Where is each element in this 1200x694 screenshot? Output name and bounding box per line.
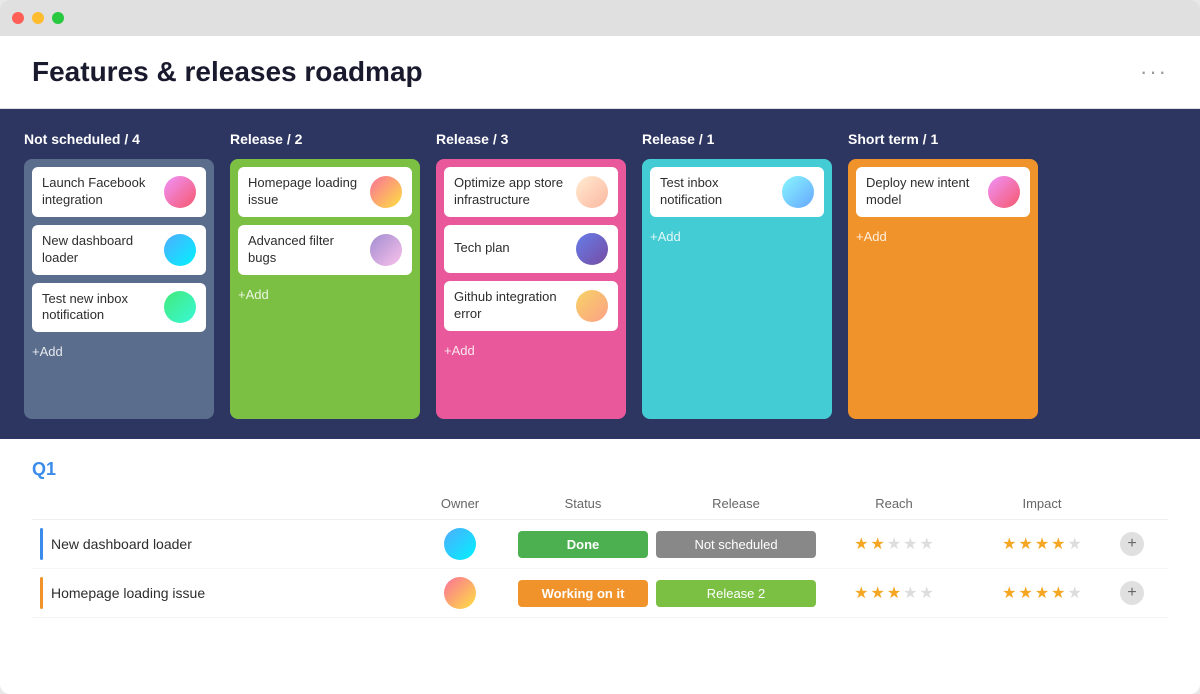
card[interactable]: Tech plan bbox=[444, 225, 618, 273]
avatar bbox=[576, 290, 608, 322]
column-body-release-2: Homepage loading issue Advanced filter b… bbox=[230, 159, 420, 419]
table-section: Q1 Owner Status Release Reach Impact New… bbox=[0, 439, 1200, 694]
avatar bbox=[576, 176, 608, 208]
release-badge[interactable]: Not scheduled bbox=[656, 531, 816, 558]
row-add-button[interactable]: + bbox=[1120, 532, 1144, 556]
avatar bbox=[444, 577, 476, 609]
main-area: Not scheduled / 4 Launch Facebook integr… bbox=[0, 109, 1200, 694]
status-badge[interactable]: Working on it bbox=[518, 580, 648, 607]
kanban-board: Not scheduled / 4 Launch Facebook integr… bbox=[24, 129, 1176, 419]
maximize-dot[interactable] bbox=[52, 12, 64, 24]
card[interactable]: Github integration error bbox=[444, 281, 618, 331]
card[interactable]: New dashboard loader bbox=[32, 225, 206, 275]
card-text: Deploy new intent model bbox=[866, 175, 982, 209]
add-card-button[interactable]: +Add bbox=[856, 227, 1030, 246]
column-body-release-3: Optimize app store infrastructure Tech p… bbox=[436, 159, 626, 419]
kanban-section: Not scheduled / 4 Launch Facebook integr… bbox=[0, 109, 1200, 439]
row-release[interactable]: Not scheduled bbox=[656, 531, 816, 558]
more-options-button[interactable]: ··· bbox=[1140, 59, 1168, 85]
column-body-not-scheduled: Launch Facebook integration New dashboar… bbox=[24, 159, 214, 419]
card[interactable]: Test new inbox notification bbox=[32, 283, 206, 333]
row-owner bbox=[410, 528, 510, 560]
column-header-not-scheduled: Not scheduled / 4 bbox=[24, 129, 214, 149]
reach-stars: ★ ★ ★ ★ ★ bbox=[824, 534, 964, 554]
table-header: Owner Status Release Reach Impact bbox=[32, 492, 1168, 520]
column-release-2: Release / 2 Homepage loading issue Advan… bbox=[230, 129, 420, 419]
impact-stars: ★ ★ ★ ★ ★ bbox=[972, 534, 1112, 554]
avatar bbox=[988, 176, 1020, 208]
release-badge[interactable]: Release 2 bbox=[656, 580, 816, 607]
card-text: Launch Facebook integration bbox=[42, 175, 158, 209]
status-badge[interactable]: Done bbox=[518, 531, 648, 558]
card-text: Github integration error bbox=[454, 289, 570, 323]
row-release[interactable]: Release 2 bbox=[656, 580, 816, 607]
column-release-3: Release / 3 Optimize app store infrastru… bbox=[436, 129, 626, 419]
card-text: Optimize app store infrastructure bbox=[454, 175, 570, 209]
page-title: Features & releases roadmap bbox=[32, 56, 423, 88]
avatar bbox=[370, 234, 402, 266]
card-text: Advanced filter bugs bbox=[248, 233, 364, 267]
card[interactable]: Advanced filter bugs bbox=[238, 225, 412, 275]
app-window: Features & releases roadmap ··· Not sche… bbox=[0, 0, 1200, 694]
column-release-1: Release / 1 Test inbox notification +Add bbox=[642, 129, 832, 419]
col-header-name bbox=[40, 496, 402, 511]
card-text: Homepage loading issue bbox=[248, 175, 364, 209]
card-text: Test inbox notification bbox=[660, 175, 776, 209]
card-text: Tech plan bbox=[454, 240, 570, 257]
column-header-release-3: Release / 3 bbox=[436, 129, 626, 149]
column-body-short-term: Deploy new intent model +Add bbox=[848, 159, 1038, 419]
close-dot[interactable] bbox=[12, 12, 24, 24]
card[interactable]: Optimize app store infrastructure bbox=[444, 167, 618, 217]
page-header: Features & releases roadmap ··· bbox=[0, 36, 1200, 109]
row-status[interactable]: Working on it bbox=[518, 580, 648, 607]
avatar bbox=[576, 233, 608, 265]
column-header-release-2: Release / 2 bbox=[230, 129, 420, 149]
card[interactable]: Homepage loading issue bbox=[238, 167, 412, 217]
row-name: New dashboard loader bbox=[40, 528, 402, 560]
avatar bbox=[782, 176, 814, 208]
card-text: New dashboard loader bbox=[42, 233, 158, 267]
add-card-button[interactable]: +Add bbox=[444, 341, 618, 360]
row-name: Homepage loading issue bbox=[40, 577, 402, 609]
add-card-button[interactable]: +Add bbox=[650, 227, 824, 246]
column-body-release-1: Test inbox notification +Add bbox=[642, 159, 832, 419]
impact-stars: ★ ★ ★ ★ ★ bbox=[972, 583, 1112, 603]
row-add-button[interactable]: + bbox=[1120, 581, 1144, 605]
column-short-term: Short term / 1 Deploy new intent model +… bbox=[848, 129, 1038, 419]
col-header-impact: Impact bbox=[972, 496, 1112, 511]
avatar bbox=[164, 234, 196, 266]
col-header-reach: Reach bbox=[824, 496, 964, 511]
section-title: Q1 bbox=[32, 459, 1168, 480]
avatar bbox=[164, 291, 196, 323]
column-header-release-1: Release / 1 bbox=[642, 129, 832, 149]
titlebar bbox=[0, 0, 1200, 36]
row-owner bbox=[410, 577, 510, 609]
column-not-scheduled: Not scheduled / 4 Launch Facebook integr… bbox=[24, 129, 214, 419]
avatar bbox=[370, 176, 402, 208]
avatar bbox=[164, 176, 196, 208]
col-header-add bbox=[1120, 496, 1160, 511]
table-row: New dashboard loader Done Not scheduled … bbox=[32, 520, 1168, 569]
card-text: Test new inbox notification bbox=[42, 291, 158, 325]
reach-stars: ★ ★ ★ ★ ★ bbox=[824, 583, 964, 603]
card[interactable]: Deploy new intent model bbox=[856, 167, 1030, 217]
col-header-release: Release bbox=[656, 496, 816, 511]
table-row: Homepage loading issue Working on it Rel… bbox=[32, 569, 1168, 618]
avatar bbox=[444, 528, 476, 560]
minimize-dot[interactable] bbox=[32, 12, 44, 24]
row-indicator bbox=[40, 528, 43, 560]
add-card-button[interactable]: +Add bbox=[32, 342, 206, 361]
col-header-owner: Owner bbox=[410, 496, 510, 511]
card[interactable]: Test inbox notification bbox=[650, 167, 824, 217]
col-header-status: Status bbox=[518, 496, 648, 511]
row-indicator bbox=[40, 577, 43, 609]
row-status[interactable]: Done bbox=[518, 531, 648, 558]
card[interactable]: Launch Facebook integration bbox=[32, 167, 206, 217]
add-card-button[interactable]: +Add bbox=[238, 285, 412, 304]
column-header-short-term: Short term / 1 bbox=[848, 129, 1038, 149]
